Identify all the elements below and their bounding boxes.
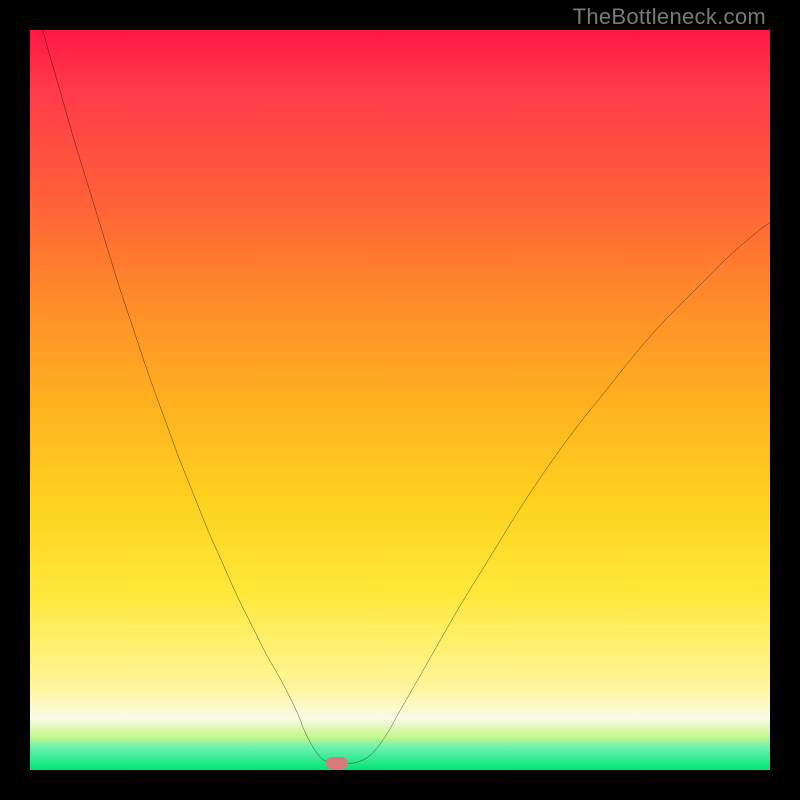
watermark-text: TheBottleneck.com	[573, 4, 766, 30]
bottleneck-curve	[30, 30, 770, 763]
plot-area	[30, 30, 770, 770]
optimum-marker	[326, 757, 348, 769]
chart-frame: TheBottleneck.com	[0, 0, 800, 800]
curve-svg	[30, 30, 770, 770]
